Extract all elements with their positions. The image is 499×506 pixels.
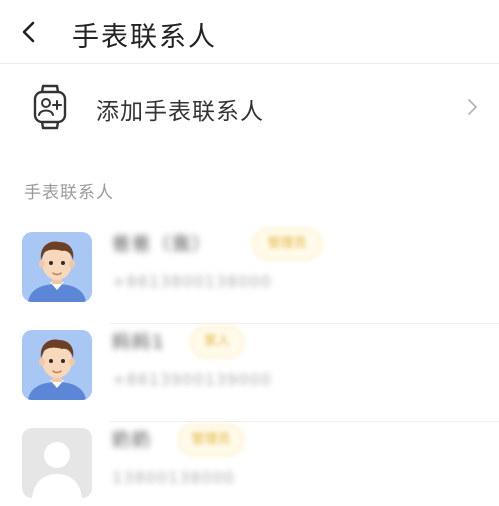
chevron-left-icon xyxy=(22,21,35,43)
contact-phone: +8613800138000 xyxy=(112,272,272,291)
contact-item[interactable]: 奶奶 管理员 13800138000 xyxy=(0,424,499,506)
top-bar: 手表联系人 xyxy=(0,0,499,64)
role-badge: 家人 xyxy=(190,326,244,358)
watch-contact-icon xyxy=(33,84,67,130)
add-watch-contact-label: 添加手表联系人 xyxy=(96,99,264,125)
avatar xyxy=(22,428,92,498)
role-badge: 管理员 xyxy=(252,228,322,260)
section-title: 手表联系人 xyxy=(24,183,114,203)
contact-phone: 13800138000 xyxy=(112,468,235,487)
page-title: 手表联系人 xyxy=(72,22,217,53)
default-user-avatar-icon xyxy=(22,428,92,498)
divider xyxy=(110,421,499,422)
back-button[interactable] xyxy=(14,14,46,50)
chevron-right-icon xyxy=(468,99,477,115)
avatar xyxy=(22,232,92,302)
contact-item[interactable]: 妈妈1 家人 +8613900139000 xyxy=(0,326,499,422)
contact-name: 奶奶 xyxy=(112,430,152,451)
add-watch-contact-row[interactable]: 添加手表联系人 xyxy=(0,65,499,151)
contact-name: 爸爸（我） xyxy=(112,234,212,255)
contact-phone: +8613900139000 xyxy=(112,370,272,389)
role-badge: 管理员 xyxy=(178,424,244,456)
contact-item[interactable]: 爸爸（我） 管理员 +8613800138000 xyxy=(0,228,499,324)
avatar xyxy=(22,330,92,400)
boy-avatar-icon xyxy=(22,232,92,302)
contact-name: 妈妈1 xyxy=(112,332,166,353)
boy-avatar-icon xyxy=(22,330,92,400)
divider xyxy=(110,323,499,324)
